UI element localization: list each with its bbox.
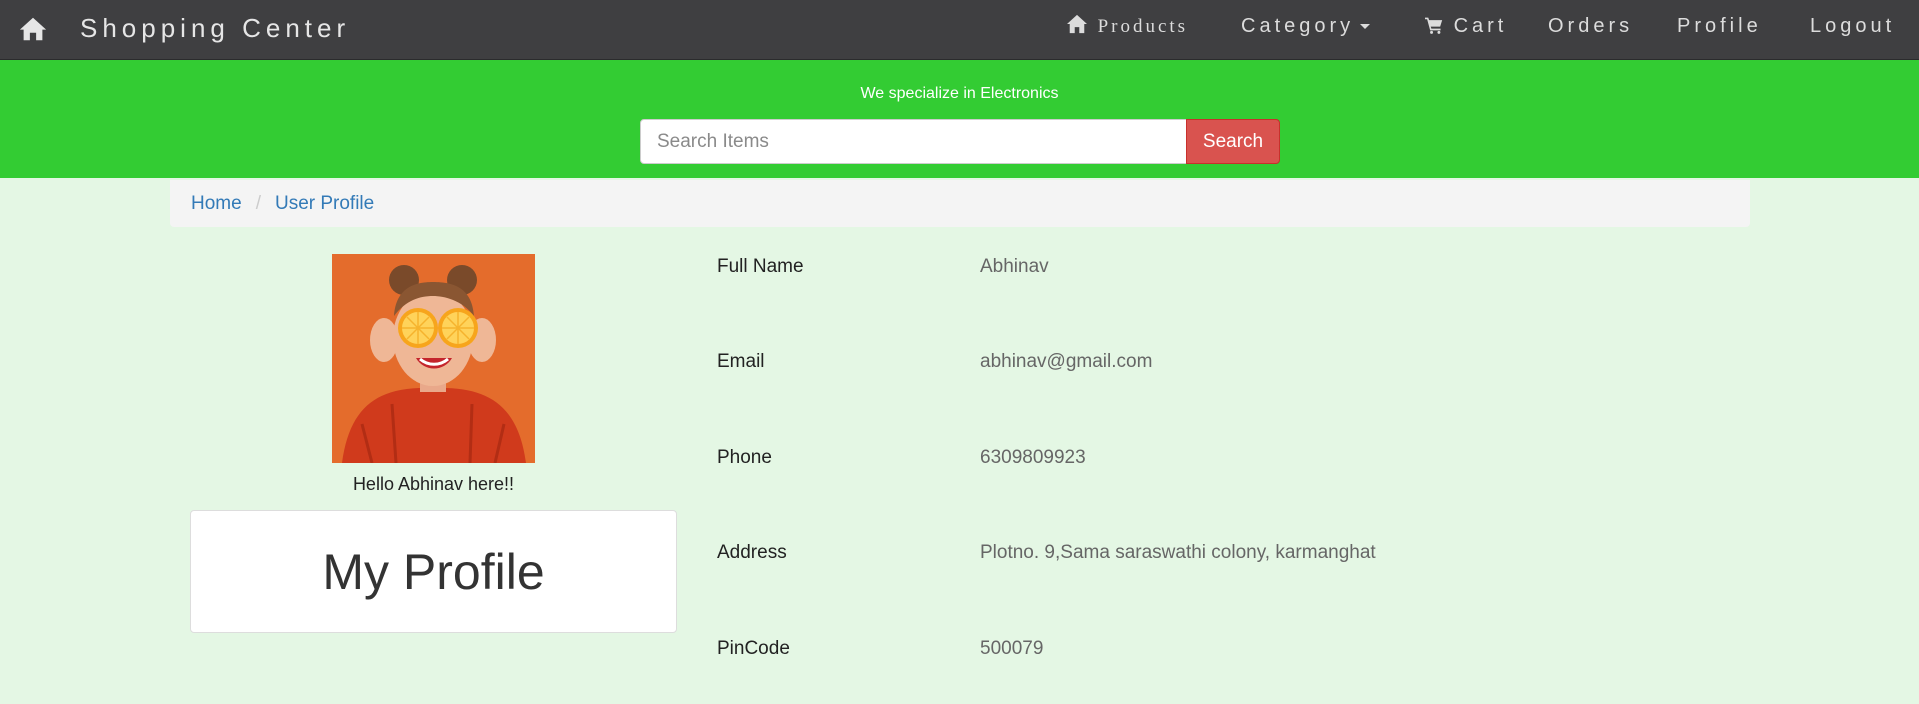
breadcrumb-separator: / (255, 193, 261, 214)
detail-label-email: Email (717, 351, 765, 372)
search-banner: We specialize in Electronics Search (0, 60, 1919, 178)
tagline: We specialize in Electronics (860, 85, 1059, 102)
detail-label-pincode: PinCode (717, 638, 790, 659)
top-navbar: Shopping Center Products Category Cart O… (0, 0, 1919, 60)
home-icon[interactable] (18, 14, 48, 44)
cart-icon (1424, 15, 1454, 37)
nav-orders[interactable]: Orders (1548, 13, 1633, 39)
breadcrumb-user-profile[interactable]: User Profile (275, 193, 374, 214)
profile-card: My Profile (190, 510, 677, 633)
avatar (332, 254, 535, 463)
nav-category-dropdown[interactable]: Category (1241, 13, 1371, 39)
brand-title[interactable]: Shopping Center (80, 13, 350, 43)
detail-value-address: Plotno. 9,Sama saraswathi colony, karman… (980, 542, 1376, 563)
home-icon (1066, 14, 1098, 37)
detail-label-full-name: Full Name (717, 256, 804, 277)
nav-products-label: Products (1097, 16, 1189, 37)
breadcrumb-home[interactable]: Home (191, 193, 242, 214)
detail-value-full-name: Abhinav (980, 256, 1049, 277)
nav-cart-label: Cart (1453, 15, 1508, 37)
search-input[interactable] (640, 119, 1187, 164)
nav-logout[interactable]: Logout (1810, 13, 1895, 39)
greeting-text: Hello Abhinav here!! (352, 474, 515, 494)
caret-down-icon (1360, 24, 1371, 29)
detail-value-pincode: 500079 (980, 638, 1044, 659)
detail-label-phone: Phone (717, 447, 772, 468)
search-button[interactable]: Search (1186, 119, 1280, 164)
detail-value-phone: 6309809923 (980, 447, 1086, 468)
detail-label-address: Address (717, 542, 787, 563)
nav-products[interactable]: Products (1066, 13, 1188, 39)
breadcrumb: Home / User Profile (170, 180, 1750, 227)
detail-value-email: abhinav@gmail.com (980, 351, 1153, 372)
profile-card-title: My Profile (322, 544, 545, 600)
nav-profile[interactable]: Profile (1677, 13, 1762, 39)
nav-cart[interactable]: Cart (1424, 13, 1507, 39)
nav-category-label: Category (1241, 15, 1355, 37)
